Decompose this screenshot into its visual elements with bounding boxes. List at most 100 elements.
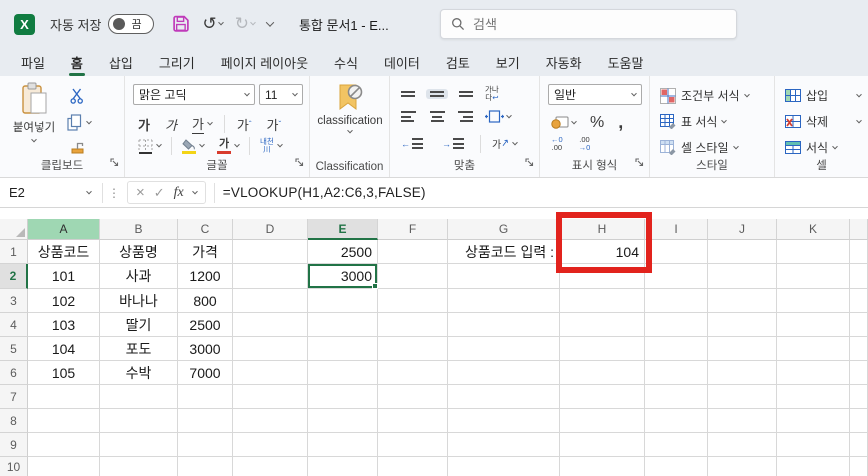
cell-G6[interactable]	[448, 361, 560, 385]
row-header-5[interactable]: 5	[0, 337, 28, 361]
insert-function-button[interactable]: fx	[174, 185, 184, 201]
align-bottom-button[interactable]	[454, 89, 476, 100]
cell-H5[interactable]	[560, 337, 645, 361]
cell-G7[interactable]	[448, 385, 560, 409]
cell-J5[interactable]	[708, 337, 777, 361]
cell-C5[interactable]: 3000	[178, 337, 233, 361]
cell-I8[interactable]	[645, 409, 708, 433]
phonetic-guide-button[interactable]: 내천 川	[257, 136, 285, 156]
cell-E4[interactable]	[308, 313, 378, 337]
cell-J6[interactable]	[708, 361, 777, 385]
cell-F6[interactable]	[378, 361, 448, 385]
cell-G5[interactable]	[448, 337, 560, 361]
cell-K10[interactable]	[777, 457, 850, 476]
cell-J7[interactable]	[708, 385, 777, 409]
cell-E3[interactable]	[308, 289, 378, 313]
cell-I7[interactable]	[645, 385, 708, 409]
cell-K2[interactable]	[777, 264, 850, 289]
column-header-H[interactable]: H	[560, 219, 645, 240]
cell-D5[interactable]	[233, 337, 308, 361]
number-format-select[interactable]: 일반	[548, 84, 642, 105]
cell-J2[interactable]	[708, 264, 777, 289]
cell-K8[interactable]	[777, 409, 850, 433]
clipboard-dialog-launcher-icon[interactable]	[110, 154, 119, 172]
cell-F9[interactable]	[378, 433, 448, 457]
orientation-button[interactable]: 가나 다↩	[482, 84, 502, 104]
cell-J8[interactable]	[708, 409, 777, 433]
cell-E2[interactable]: 3000	[308, 264, 378, 289]
increase-indent-button[interactable]: →	[439, 136, 472, 151]
cell-styles-button[interactable]: 셀 스타일	[660, 139, 739, 156]
cell-B6[interactable]: 수박	[100, 361, 178, 385]
tab-formulas[interactable]: 수식	[321, 48, 371, 76]
tab-data[interactable]: 데이터	[371, 48, 433, 76]
cell-G2[interactable]	[448, 264, 560, 289]
formula-input[interactable]: =VLOOKUP(H1,A2:C6,3,FALSE)	[223, 185, 426, 200]
cell-D8[interactable]	[233, 409, 308, 433]
cell-B10[interactable]	[100, 457, 178, 476]
cell-D6[interactable]	[233, 361, 308, 385]
tab-review[interactable]: 검토	[433, 48, 483, 76]
align-top-button[interactable]	[398, 89, 420, 100]
cell-C8[interactable]	[178, 409, 233, 433]
cell-B1[interactable]: 상품명	[100, 240, 178, 264]
cell-K6[interactable]	[777, 361, 850, 385]
cell-G8[interactable]	[448, 409, 560, 433]
column-header-G[interactable]: G	[448, 219, 560, 240]
tab-home[interactable]: 홈	[58, 48, 96, 76]
format-painter-button[interactable]	[66, 138, 89, 158]
bold-button[interactable]: 가	[135, 113, 153, 136]
increase-font-button[interactable]: 가ˆ	[234, 113, 255, 136]
align-right-button[interactable]	[454, 109, 476, 124]
decrease-font-button[interactable]: 가ˇ	[264, 113, 285, 136]
alignment-dialog-launcher-icon[interactable]	[525, 154, 534, 172]
cell-B5[interactable]: 포도	[100, 337, 178, 361]
row-header-7[interactable]: 7	[0, 385, 28, 409]
cell-G1[interactable]: 상품코드 입력 :	[448, 240, 560, 264]
merge-center-button[interactable]	[482, 108, 514, 125]
row-header-3[interactable]: 3	[0, 289, 28, 313]
search-box[interactable]	[440, 9, 737, 39]
enter-button[interactable]: ✓	[154, 185, 165, 201]
cell-C1[interactable]: 가격	[178, 240, 233, 264]
classification-button[interactable]: classification	[316, 84, 384, 134]
number-dialog-launcher-icon[interactable]	[635, 154, 644, 172]
font-dialog-launcher-icon[interactable]	[295, 154, 304, 172]
cell-E8[interactable]	[308, 409, 378, 433]
cell-K7[interactable]	[777, 385, 850, 409]
cell-D2[interactable]	[233, 264, 308, 289]
font-name-select[interactable]: 맑은 고딕	[133, 84, 255, 105]
cell-A8[interactable]	[28, 409, 100, 433]
cell-H7[interactable]	[560, 385, 645, 409]
row-header-10[interactable]: 10	[0, 457, 28, 476]
column-header-E[interactable]: E	[308, 219, 378, 240]
percent-style-button[interactable]: %	[587, 112, 607, 134]
cell-H9[interactable]	[560, 433, 645, 457]
conditional-formatting-button[interactable]: 조건부 서식	[660, 87, 750, 104]
cell-A7[interactable]	[28, 385, 100, 409]
cut-button[interactable]	[66, 86, 88, 106]
cell-K9[interactable]	[777, 433, 850, 457]
cell-D9[interactable]	[233, 433, 308, 457]
cell-C2[interactable]: 1200	[178, 264, 233, 289]
cell-E10[interactable]	[308, 457, 378, 476]
delete-cells-button[interactable]: 삭제	[785, 113, 862, 130]
cell-F5[interactable]	[378, 337, 448, 361]
tab-automate[interactable]: 자동화	[533, 48, 595, 76]
font-color-button[interactable]: 가	[214, 137, 242, 156]
cell-I6[interactable]	[645, 361, 708, 385]
tab-view[interactable]: 보기	[483, 48, 533, 76]
increase-decimal-button[interactable]: ←0 .00	[548, 134, 566, 154]
cell-G9[interactable]	[448, 433, 560, 457]
cell-J3[interactable]	[708, 289, 777, 313]
cell-I9[interactable]	[645, 433, 708, 457]
cell-C10[interactable]	[178, 457, 233, 476]
cell-K4[interactable]	[777, 313, 850, 337]
cell-I1[interactable]	[645, 240, 708, 264]
cell-C3[interactable]: 800	[178, 289, 233, 313]
cell-G4[interactable]	[448, 313, 560, 337]
cell-A9[interactable]	[28, 433, 100, 457]
column-header-I[interactable]: I	[645, 219, 708, 240]
cell-D4[interactable]	[233, 313, 308, 337]
cell-J10[interactable]	[708, 457, 777, 476]
